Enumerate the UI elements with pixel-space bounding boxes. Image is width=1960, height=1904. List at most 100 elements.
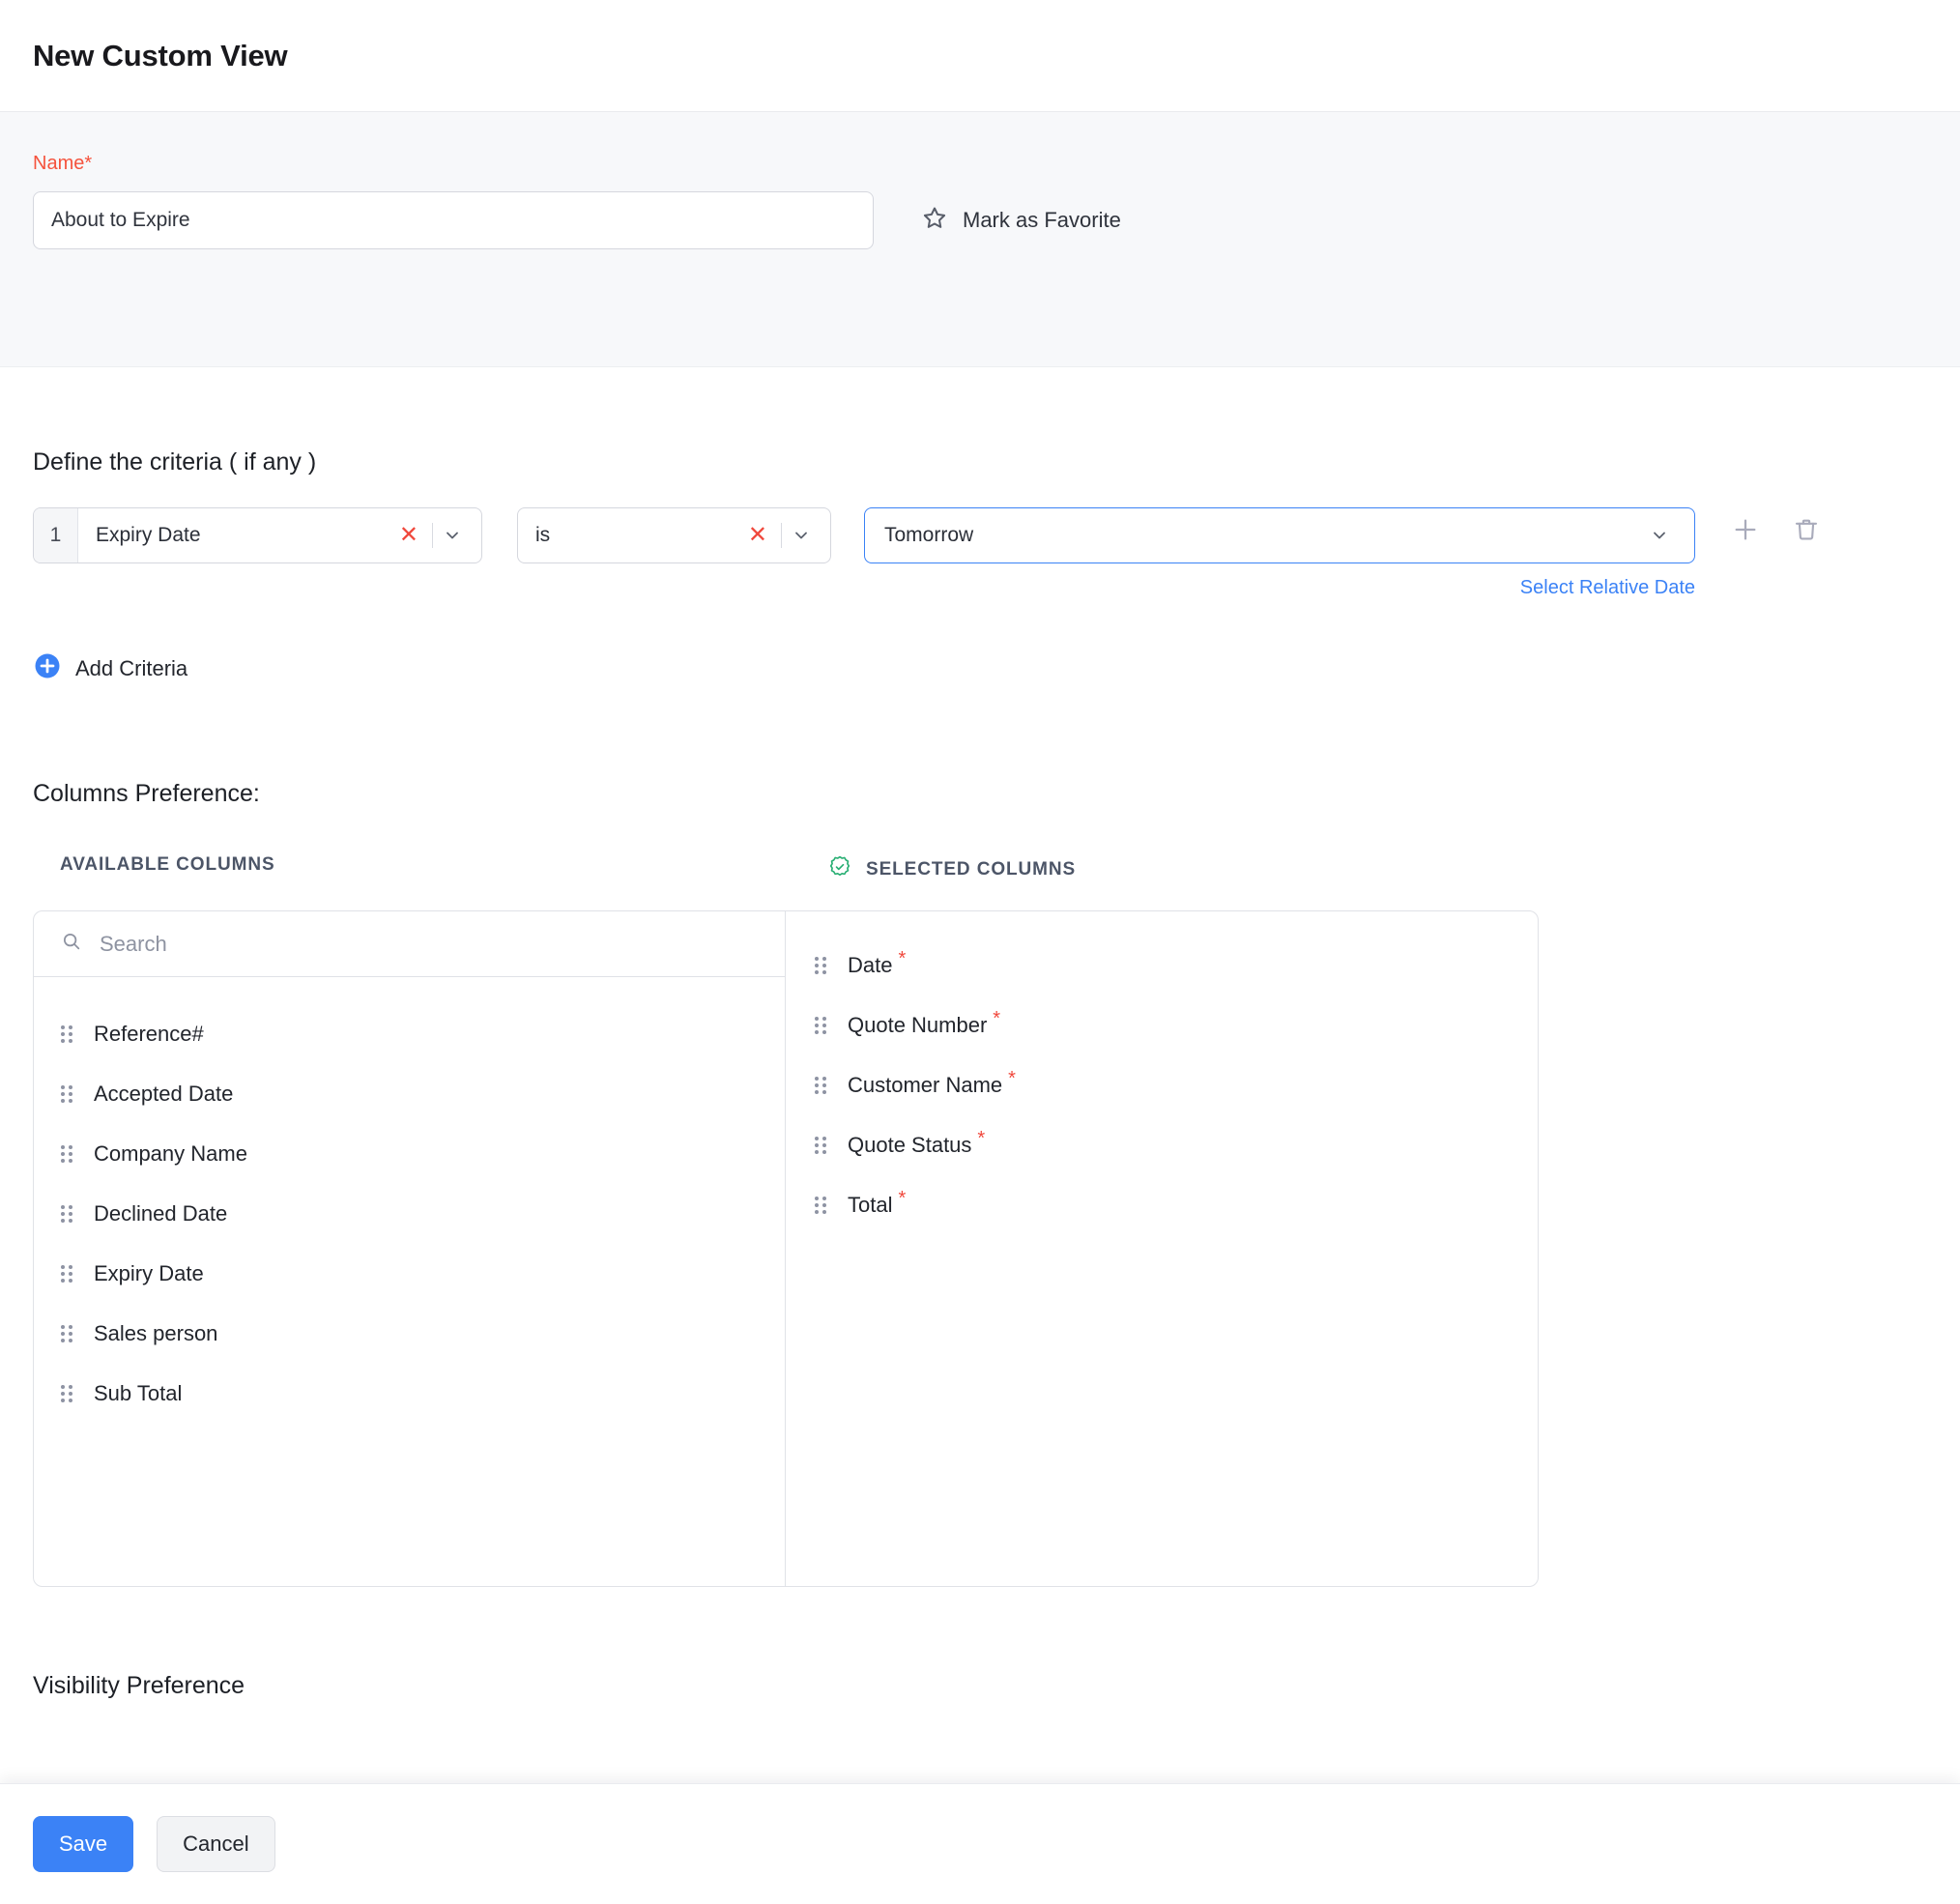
page-header: New Custom View	[0, 0, 1960, 112]
list-item[interactable]: Sub Total	[34, 1364, 785, 1424]
list-item[interactable]: Reference#	[34, 1004, 785, 1064]
chevron-down-icon[interactable]	[788, 526, 821, 545]
list-item-label: Quote Number *	[848, 1009, 1000, 1038]
drag-handle-icon[interactable]	[61, 1325, 72, 1342]
criteria-field-value: Expiry Date	[96, 524, 201, 546]
list-item[interactable]: Company Name	[34, 1124, 785, 1184]
drag-handle-icon[interactable]	[61, 1025, 72, 1043]
required-asterisk: *	[898, 1187, 907, 1209]
selected-label-text: Date	[848, 953, 893, 977]
list-item-label: Customer Name *	[848, 1069, 1016, 1098]
list-item-label: Date *	[848, 949, 906, 978]
selected-columns-list: Date * Quote Number * Customer Name * Quote…	[786, 911, 1538, 1235]
view-name-input[interactable]	[33, 191, 874, 249]
criteria-field-select[interactable]: 1 Expiry Date ✕	[33, 507, 482, 563]
selected-columns-heading: SELECTED COLUMNS	[866, 859, 1077, 880]
criteria-value-text: Tomorrow	[884, 524, 974, 546]
add-criteria-label: Add Criteria	[75, 655, 188, 680]
chevron-down-icon[interactable]	[1646, 526, 1679, 545]
clear-x-icon[interactable]: ✕	[740, 524, 775, 547]
available-columns-panel: Reference# Accepted Date Company Name De…	[34, 911, 786, 1586]
drag-handle-icon[interactable]	[61, 1265, 72, 1283]
drag-handle-icon[interactable]	[61, 1145, 72, 1163]
criteria-row: 1 Expiry Date ✕ is ✕ Tomorrow Select Rel…	[33, 507, 1927, 599]
selected-label-text: Total	[848, 1193, 893, 1217]
mark-as-favorite-label: Mark as Favorite	[963, 208, 1121, 232]
required-asterisk: *	[1008, 1067, 1016, 1089]
trash-icon[interactable]	[1792, 515, 1821, 544]
list-item-label: Total *	[848, 1189, 906, 1218]
divider	[432, 523, 433, 548]
criteria-operator-value-wrap: is ✕	[518, 508, 830, 563]
list-item-label: Reference#	[94, 1022, 204, 1046]
drag-handle-icon[interactable]	[815, 1077, 826, 1094]
criteria-row-actions	[1730, 514, 1821, 545]
required-asterisk: *	[993, 1007, 1001, 1029]
criteria-value-wrap: Tomorrow Select Relative Date	[864, 507, 1695, 599]
list-item-label: Declined Date	[94, 1201, 228, 1226]
drag-handle-icon[interactable]	[815, 1137, 826, 1154]
list-item-label: Sub Total	[94, 1381, 183, 1405]
star-outline-icon	[920, 204, 949, 238]
available-columns-list: Reference# Accepted Date Company Name De…	[34, 977, 785, 1424]
name-row: Mark as Favorite	[33, 191, 1927, 249]
clear-x-icon[interactable]: ✕	[391, 524, 426, 547]
body-area: Define the criteria ( if any ) 1 Expiry …	[0, 448, 1960, 1700]
drag-handle-icon[interactable]	[815, 957, 826, 974]
plus-icon[interactable]	[1730, 514, 1761, 545]
select-relative-date-link[interactable]: Select Relative Date	[864, 577, 1695, 599]
criteria-section-title: Define the criteria ( if any )	[33, 448, 317, 476]
list-item[interactable]: Customer Name *	[786, 1055, 1538, 1115]
columns-headings: AVAILABLE COLUMNS SELECTED COLUMNS	[33, 854, 1927, 885]
drag-handle-icon[interactable]	[815, 1197, 826, 1214]
plus-circle-icon	[33, 651, 62, 685]
chevron-down-icon[interactable]	[439, 526, 472, 545]
criteria-operator-select[interactable]: is ✕	[517, 507, 831, 563]
list-item-label: Sales person	[94, 1321, 218, 1345]
list-item-label: Company Name	[94, 1141, 247, 1166]
add-criteria-button[interactable]: Add Criteria	[33, 651, 187, 685]
list-item[interactable]: Declined Date	[34, 1184, 785, 1244]
divider	[781, 523, 782, 548]
required-asterisk: *	[898, 947, 907, 969]
available-columns-heading: AVAILABLE COLUMNS	[60, 854, 275, 875]
drag-handle-icon[interactable]	[815, 1017, 826, 1034]
drag-handle-icon[interactable]	[61, 1205, 72, 1223]
list-item-label: Expiry Date	[94, 1261, 204, 1285]
selected-label-text: Customer Name	[848, 1073, 1003, 1097]
columns-preference-title: Columns Preference:	[33, 780, 260, 807]
search-input[interactable]	[98, 930, 758, 958]
mark-as-favorite-button[interactable]: Mark as Favorite	[920, 204, 1121, 238]
save-button[interactable]: Save	[33, 1816, 134, 1872]
search-row	[34, 911, 785, 977]
list-item[interactable]: Total *	[786, 1175, 1538, 1235]
list-item[interactable]: Accepted Date	[34, 1064, 785, 1124]
drag-handle-icon[interactable]	[61, 1385, 72, 1402]
list-item-label: Quote Status *	[848, 1129, 985, 1158]
list-item[interactable]: Sales person	[34, 1304, 785, 1364]
list-item[interactable]: Quote Status *	[786, 1115, 1538, 1175]
selected-label-text: Quote Status	[848, 1133, 972, 1157]
criteria-value-select[interactable]: Tomorrow	[864, 507, 1695, 563]
drag-handle-icon[interactable]	[61, 1085, 72, 1103]
name-label: Name*	[33, 153, 93, 174]
criteria-field-value-wrap: Expiry Date ✕	[78, 508, 481, 563]
selected-columns-heading-wrap: SELECTED COLUMNS	[806, 854, 1076, 885]
selected-columns-panel: Date * Quote Number * Customer Name * Quote…	[786, 911, 1538, 1586]
criteria-operator-value: is	[535, 524, 551, 546]
footer-bar: Save Cancel	[0, 1783, 1960, 1904]
list-item-label: Accepted Date	[94, 1082, 234, 1106]
criteria-row-number: 1	[34, 508, 78, 563]
list-item[interactable]: Date *	[786, 936, 1538, 995]
selected-label-text: Quote Number	[848, 1013, 988, 1037]
list-item[interactable]: Expiry Date	[34, 1244, 785, 1304]
page-title: New Custom View	[33, 38, 288, 72]
name-section: Name* Mark as Favorite	[0, 112, 1960, 367]
columns-panels: Reference# Accepted Date Company Name De…	[33, 910, 1539, 1587]
list-item[interactable]: Quote Number *	[786, 995, 1538, 1055]
required-asterisk: *	[977, 1127, 986, 1149]
verified-check-badge-icon	[827, 854, 852, 885]
search-icon	[61, 931, 82, 957]
cancel-button[interactable]: Cancel	[157, 1816, 275, 1872]
visibility-preference-title: Visibility Preference	[33, 1672, 245, 1699]
